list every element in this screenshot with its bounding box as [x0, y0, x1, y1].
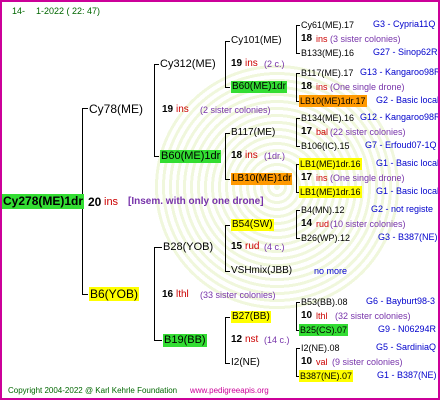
g1-unit-1: ins [176, 104, 189, 115]
g4-4-top-ref: G1 - Basic local [376, 158, 440, 168]
g4-5-number: 14 [301, 218, 313, 229]
g1-queen-1: Cy78(ME) [89, 102, 144, 116]
g4-2-bot: LB10(ME)1dr.17 [299, 95, 367, 107]
g2-unit-4: nst [245, 334, 259, 345]
header-date: 1-2022 ( 22: 47) [36, 6, 101, 16]
g1-unit-2: lthl [176, 289, 189, 300]
g4-2-bot-ref: G2 - Basic local [376, 95, 440, 105]
g2-number-2: 18 [231, 150, 243, 161]
root-number: 20 [88, 195, 102, 209]
g4-1-bot-ref: G27 - Sinop62R [373, 47, 438, 57]
g4-1-bot: B133(ME).16 [301, 48, 355, 58]
g4-7-number: 10 [301, 310, 313, 321]
g1-queen-2: B6(YOB) [89, 287, 140, 301]
g4-7-top-ref: G6 - Bayburt98-3 [366, 296, 436, 306]
g4-4-bot: LB1(ME)1dr.16 [299, 186, 362, 198]
g4-3-top: B134(ME).16 [301, 113, 355, 123]
g2-queen-4: B19(BB) [163, 334, 207, 347]
g4-4-unit: ins [316, 173, 328, 183]
g4-1-top: Cy61(ME).17 [301, 20, 355, 30]
g4-2-unit: ins [316, 82, 328, 92]
g4-7-unit: lthl [316, 311, 328, 321]
g3-queen-1: Cy101(ME) [231, 35, 282, 46]
g4-7-note: (32 sister colonies) [335, 311, 411, 321]
g4-4-number: 17 [301, 172, 313, 183]
g3-queen-2: B60(ME)1dr [231, 81, 287, 93]
g2-unit-1: ins [245, 58, 258, 69]
g2-number-3: 15 [231, 241, 243, 252]
g4-8-top: I2(NE).08 [301, 343, 340, 353]
footer-copyright: Copyright 2004-2022 @ Karl Kehrle Founda… [8, 386, 178, 395]
g4-3-top-ref: G12 - Kangaroo98R [360, 112, 440, 122]
g4-5-top: B4(MN).12 [301, 205, 345, 215]
root-queen: Cy278(ME)1dr [2, 194, 85, 209]
g2-note-3: (4 c.) [264, 242, 285, 252]
g3-queen-8: I2(NE) [231, 357, 260, 368]
g3-queen-4: LB10(ME)1dr [231, 173, 293, 185]
g2-queen-1: Cy312(ME) [160, 58, 216, 70]
g4-5-note: (10 sister colonies) [330, 219, 406, 229]
g4-4-note: (One single drone) [330, 173, 405, 183]
g4-6-note: no more [314, 266, 348, 276]
g2-unit-2: ins [245, 150, 258, 161]
g4-3-bot: B106(IC).15 [301, 141, 350, 151]
g2-note-4: (14 c.) [264, 335, 290, 345]
g4-7-bot-ref: G9 - N06294R [378, 324, 437, 334]
g4-3-unit: bal [316, 127, 329, 137]
g4-7-top: B53(BB).08 [301, 297, 348, 307]
g4-5-bot: B26(WP).12 [301, 233, 351, 243]
g4-3-number: 17 [301, 126, 313, 137]
g2-number-4: 12 [231, 334, 243, 345]
footer-site-link[interactable]: www.pedigreeapis.org [190, 385, 269, 397]
g4-2-number: 18 [301, 81, 313, 92]
g3-queen-3: B117(ME) [231, 127, 276, 138]
root-note: [Insem. with only one drone] [128, 196, 264, 207]
g4-1-unit: ins [316, 34, 328, 44]
g4-3-note: (22 sister colonies) [330, 127, 406, 137]
g1-number-1: 19 [162, 104, 174, 115]
g4-5-top-ref: G2 - not registe [371, 204, 434, 214]
g4-8-unit: val [316, 357, 328, 367]
g4-2-note: (One single drone) [330, 82, 405, 92]
g4-7-bot: B25(CS).07 [299, 324, 349, 336]
g4-1-number: 18 [301, 33, 313, 44]
g1-note-1: (2 sister colonies) [200, 105, 271, 115]
g4-8-note: (9 sister colonies) [332, 357, 403, 367]
g4-1-top-ref: G3 - Cypria11Q [373, 19, 436, 29]
g4-2-top-ref: G13 - Kangaroo98R [360, 67, 440, 77]
g4-5-unit: rud [316, 219, 330, 229]
g2-unit-3: rud [245, 241, 260, 252]
g1-number-2: 16 [162, 289, 174, 300]
g4-8-bot: B387(NE).07 [299, 370, 354, 382]
g4-4-top: LB1(ME)1dr.16 [299, 158, 362, 170]
g3-queen-5: B54(SW) [231, 219, 274, 231]
header-number: 14- [12, 6, 26, 16]
g2-note-2: (1dr.) [264, 151, 286, 161]
g1-note-2: (33 sister colonies) [200, 290, 276, 300]
g4-8-number: 10 [301, 356, 313, 367]
g4-8-top-ref: G5 - SardiniaQ [376, 342, 437, 352]
g4-5-bot-ref: G3 - B387(NE) [378, 232, 438, 242]
g3-queen-6: VSHmix(JBB) [231, 265, 293, 276]
g4-8-bot-ref: G1 - B387(NE) [377, 370, 437, 380]
pedigree-frame: 14- 1-2022 ( 22: 47) Cy278(ME)1dr 20 ins… [0, 0, 440, 400]
g4-1-note: (3 sister colonies) [330, 34, 401, 44]
g2-number-1: 19 [231, 58, 243, 69]
g4-4-bot-ref: G1 - Basic local [376, 186, 440, 196]
g3-queen-7: B27(BB) [231, 311, 271, 323]
g4-2-top: B117(ME).17 [301, 68, 354, 78]
g2-note-1: (2 c.) [264, 59, 285, 69]
g2-queen-3: B28(YOB) [163, 241, 214, 253]
root-unit: ins [104, 196, 119, 208]
g4-3-bot-ref: G7 - Erfoud07-1Q [365, 140, 437, 150]
g2-queen-2: B60(ME)1dr [160, 150, 222, 163]
